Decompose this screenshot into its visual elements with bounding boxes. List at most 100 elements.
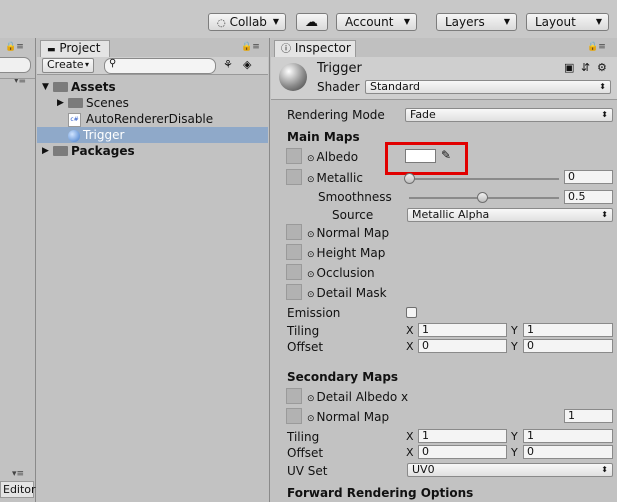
picker-dot-icon[interactable]: ⊙ xyxy=(307,154,315,164)
offset-y-field[interactable]: 0 xyxy=(523,339,613,353)
picker-dot-icon[interactable]: ⊙ xyxy=(307,270,315,280)
tiling-x-field[interactable]: 1 xyxy=(418,323,507,337)
secondary-tiling-x-label: X xyxy=(406,430,414,443)
tree-item-packages[interactable]: ▶ Packages xyxy=(37,143,268,159)
secondary-normal-map-slot[interactable] xyxy=(286,408,302,424)
metallic-text: Metallic xyxy=(316,171,363,185)
cloud-icon: ☁ xyxy=(305,15,318,30)
material-preview-sphere xyxy=(279,63,307,91)
create-button[interactable]: Create ▾ xyxy=(42,58,94,73)
albedo-texture-slot[interactable] xyxy=(286,148,302,164)
filter-type-icon[interactable]: ⚘ xyxy=(223,58,233,71)
occlusion-slot[interactable] xyxy=(286,264,302,280)
lock-icon[interactable]: 🔒≡ xyxy=(587,42,606,52)
search-icon: ⚲ xyxy=(109,58,117,69)
material-header: Trigger Shader Standard ⬍ ▣ ⇵ ⚙ xyxy=(271,57,617,100)
secondary-tiling-y-field[interactable]: 1 xyxy=(523,429,613,443)
normal-map-label: ⊙ Normal Map xyxy=(307,226,389,242)
emission-checkbox[interactable] xyxy=(406,307,417,318)
smoothness-slider-knob[interactable] xyxy=(477,192,488,203)
project-search-input[interactable]: ⚲ xyxy=(104,58,216,74)
source-dropdown[interactable]: Metallic Alpha ⬍ xyxy=(407,208,613,222)
chevron-updown-icon: ⬍ xyxy=(601,110,608,119)
secondary-offset-x-field[interactable]: 0 xyxy=(418,445,507,459)
picker-dot-icon[interactable]: ⊙ xyxy=(307,250,315,260)
normal-map-text: Normal Map xyxy=(316,226,390,240)
gear-icon[interactable]: ⚙ xyxy=(597,61,607,74)
tiling-label: Tiling xyxy=(287,324,320,338)
detail-mask-label: ⊙ Detail Mask xyxy=(307,286,387,302)
chevron-updown-icon: ⬍ xyxy=(599,82,606,91)
chevron-down-icon: ▼ xyxy=(42,82,49,92)
picker-dot-icon[interactable]: ⊙ xyxy=(307,414,315,424)
picker-dot-icon[interactable]: ⊙ xyxy=(307,230,315,240)
source-label: Source xyxy=(332,208,374,222)
shader-dropdown[interactable]: Standard ⬍ xyxy=(365,80,611,94)
metallic-texture-slot[interactable] xyxy=(286,169,302,185)
metallic-slider-track[interactable] xyxy=(409,178,559,180)
offset-x-field[interactable]: 0 xyxy=(418,339,507,353)
tree-label: Assets xyxy=(71,80,116,94)
eyedropper-icon[interactable]: ✎ xyxy=(441,148,451,162)
secondary-offset-y-field[interactable]: 0 xyxy=(523,445,613,459)
rendering-mode-dropdown[interactable]: Fade ⬍ xyxy=(405,108,613,122)
uv-set-value: UV0 xyxy=(412,463,435,476)
chevron-updown-icon: ⬍ xyxy=(601,465,608,474)
source-value: Metallic Alpha xyxy=(412,208,490,221)
metallic-slider-knob[interactable] xyxy=(404,173,415,184)
preset-icon[interactable]: ⇵ xyxy=(581,61,590,74)
chevron-down-icon: ▼ xyxy=(272,17,279,26)
occlusion-text: Occlusion xyxy=(316,266,375,280)
occlusion-label: ⊙ Occlusion xyxy=(307,266,375,282)
secondary-tiling-y-label: Y xyxy=(511,430,518,443)
tiling-y-field[interactable]: 1 xyxy=(523,323,613,337)
picker-dot-icon[interactable]: ⊙ xyxy=(307,290,315,300)
tree-label: Scenes xyxy=(86,96,129,110)
collab-button[interactable]: ◌ Collab ▼ xyxy=(208,13,286,31)
tab-project-label: Project xyxy=(59,41,101,55)
secondary-tiling-label: Tiling xyxy=(287,430,320,444)
filter-label-icon[interactable]: ◈ xyxy=(243,58,251,71)
tree-label: Trigger xyxy=(83,128,125,142)
tab-editor[interactable]: Editor xyxy=(0,481,36,498)
account-button[interactable]: Account ▼ xyxy=(336,13,417,31)
lock-icon[interactable]: 🔒≡ xyxy=(5,42,24,52)
secondary-maps-header: Secondary Maps xyxy=(287,370,399,384)
detail-mask-slot[interactable] xyxy=(286,284,302,300)
smoothness-value-field[interactable]: 0.5 xyxy=(564,190,613,204)
forward-rendering-options-header: Forward Rendering Options xyxy=(287,486,474,500)
picker-dot-icon[interactable]: ⊙ xyxy=(307,394,315,404)
smoothness-label: Smoothness xyxy=(318,190,392,204)
secondary-normal-scale-field[interactable]: 1 xyxy=(564,409,613,423)
picker-dot-icon[interactable]: ⊙ xyxy=(307,175,315,185)
tab-project[interactable]: ▬ Project xyxy=(40,40,110,57)
secondary-tiling-x-field[interactable]: 1 xyxy=(418,429,507,443)
tab-inspector[interactable]: ⓘ Inspector xyxy=(274,40,356,57)
tree-item-trigger[interactable]: Trigger xyxy=(37,127,268,143)
rendering-mode-label: Rendering Mode xyxy=(287,108,385,122)
main-toolbar: ◌ Collab ▼ ☁ Account ▼ Layers ▼ Layout ▼ xyxy=(0,0,617,38)
lock-icon[interactable]: 🔒≡ xyxy=(241,42,260,52)
tree-label: Packages xyxy=(71,144,135,158)
layers-button[interactable]: Layers ▼ xyxy=(436,13,517,31)
metallic-label: ⊙ Metallic xyxy=(307,171,363,187)
normal-map-slot[interactable] xyxy=(286,224,302,240)
tree-item-assets[interactable]: ▼ Assets xyxy=(37,79,268,95)
csharp-script-icon: c# xyxy=(68,112,81,127)
menu-icon[interactable]: ▾≡ xyxy=(12,469,24,479)
cloud-button[interactable]: ☁ xyxy=(296,13,328,31)
height-map-slot[interactable] xyxy=(286,244,302,260)
metallic-value-field[interactable]: 0 xyxy=(564,170,613,184)
tree-item-autorendererdisable[interactable]: c# AutoRendererDisable xyxy=(37,111,268,127)
albedo-color-swatch[interactable] xyxy=(405,149,436,163)
tree-label: AutoRendererDisable xyxy=(86,112,214,126)
tree-item-scenes[interactable]: ▶ Scenes xyxy=(37,95,268,111)
folder-icon xyxy=(68,97,83,108)
uv-set-dropdown[interactable]: UV0 ⬍ xyxy=(407,463,613,477)
hierarchy-search-input[interactable] xyxy=(0,57,31,73)
detail-albedo-slot[interactable] xyxy=(286,388,302,404)
hierarchy-panel: 🔒≡ ▾≡ ▾≡ Editor xyxy=(0,38,36,502)
help-icon[interactable]: ▣ xyxy=(564,61,574,74)
layout-button[interactable]: Layout ▼ xyxy=(526,13,609,31)
folder-icon xyxy=(53,145,68,156)
